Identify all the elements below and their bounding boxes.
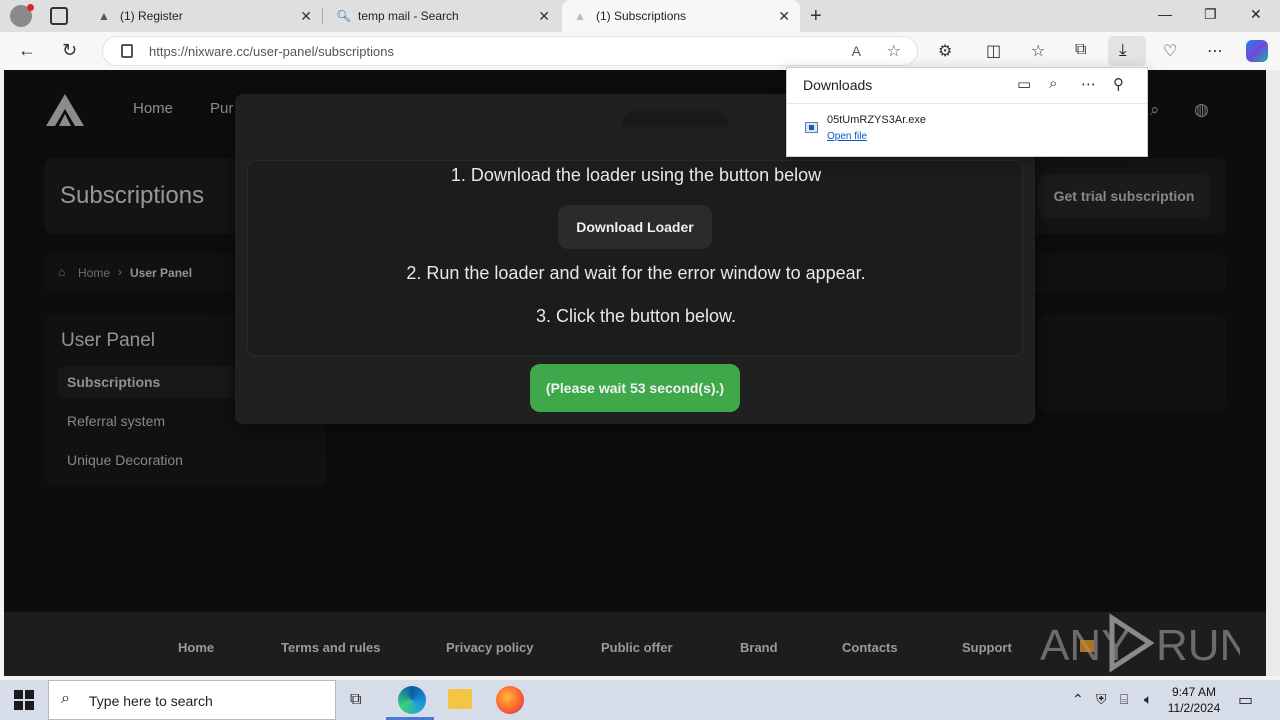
downloads-button[interactable]: ⤓ [1108, 36, 1146, 66]
volume-icon[interactable]: 🔈︎ [1144, 691, 1152, 708]
restore-icon[interactable]: ❐ [1204, 6, 1217, 23]
address-bar[interactable]: https://nixware.cc/user-panel/subscripti… [102, 36, 918, 66]
nixware-logo-icon: ▲ [574, 9, 586, 23]
instructions-panel: 1. Download the loader using the button … [247, 160, 1023, 356]
clock-time: 9:47 AM [1171, 685, 1217, 699]
back-icon[interactable]: ← [18, 40, 36, 61]
tab-label: temp mail - Search [358, 9, 459, 23]
file-explorer-icon[interactable] [448, 689, 472, 709]
close-tab-icon[interactable]: ✕ [538, 8, 550, 25]
footer-link-privacy[interactable]: Privacy policy [446, 640, 533, 655]
step-2-text: 2. Run the loader and wait for the error… [406, 263, 866, 283]
minimize-icon[interactable]: — [1158, 6, 1172, 22]
footer-link-support[interactable]: Support [962, 640, 1012, 655]
open-folder-icon[interactable]: ▭ [1017, 75, 1031, 93]
browser-toolbar: ← ↻ https://nixware.cc/user-panel/subscr… [0, 32, 1280, 70]
split-screen-icon[interactable]: ◫ [986, 41, 1001, 61]
close-tab-icon[interactable]: ✕ [300, 8, 312, 25]
favorites-icon[interactable]: ☆ [1031, 41, 1045, 61]
step-3-text: 3. Click the button below. [535, 306, 737, 326]
tab-subscriptions[interactable]: ▲ (1) Subscriptions ✕ [562, 0, 800, 32]
more-options-icon[interactable]: ⋯ [1081, 75, 1096, 93]
svg-text:RUN: RUN [1156, 621, 1240, 670]
search-icon: 🔍︎ [336, 9, 352, 23]
taskbar-search[interactable]: ⌕ Type here to search [48, 680, 336, 720]
taskbar-search-placeholder[interactable]: Type here to search [89, 693, 213, 709]
footer-link-terms[interactable]: Terms and rules [281, 640, 380, 655]
tab-separator [322, 8, 323, 24]
tab-register[interactable]: ▲ (1) Register ✕ [86, 0, 322, 32]
tab-temp-mail-search[interactable]: 🔍︎ temp mail - Search ✕ [324, 0, 560, 32]
pin-icon[interactable]: ⚲ [1113, 75, 1124, 93]
tab-label: (1) Register [120, 9, 183, 23]
footer-link-public-offer[interactable]: Public offer [601, 640, 673, 655]
lock-icon[interactable] [121, 44, 133, 58]
security-icon[interactable]: ⛨ [1096, 691, 1107, 708]
notification-icon[interactable]: ▭ [1238, 690, 1253, 710]
footer-link-brand[interactable]: Brand [740, 640, 778, 655]
exe-file-icon [805, 122, 818, 133]
close-window-icon[interactable]: ✕ [1250, 6, 1262, 23]
close-tab-icon[interactable]: ✕ [778, 8, 790, 25]
new-tab-icon[interactable]: + [810, 5, 822, 28]
browser-essentials-icon[interactable]: ♡ [1163, 41, 1177, 61]
download-icon: ⤓ [1119, 40, 1127, 59]
url-text[interactable]: https://nixware.cc/user-panel/subscripti… [149, 44, 394, 59]
wait-button[interactable]: (Please wait 53 second(s).) [530, 364, 740, 412]
extensions-icon[interactable]: ⚙ [938, 41, 952, 61]
downloads-flyout: Downloads ▭ ⌕ ⋯ ⚲ 05tUmRZYS3Ar.exe Open … [786, 67, 1148, 157]
open-file-link[interactable]: Open file [827, 131, 867, 142]
tab-label: (1) Subscriptions [596, 9, 687, 23]
chevron-up-icon[interactable]: ⌃ [1072, 691, 1084, 708]
network-icon[interactable]: ⌸ [1120, 691, 1128, 708]
windows-taskbar: ⌕ Type here to search ⧉ ⌃ ⛨ ⌸ 🔈︎ 9:47 AM… [0, 680, 1280, 720]
browser-tab-strip: ▲ (1) Register ✕ 🔍︎ temp mail - Search ✕… [0, 0, 1280, 32]
web-page: Home Pur ⌕ ◍ Subscriptions Get trial sub… [4, 70, 1266, 676]
task-view-icon[interactable]: ⧉ [350, 691, 361, 709]
read-aloud-icon[interactable]: A [852, 43, 861, 59]
download-file-name[interactable]: 05tUmRZYS3Ar.exe [827, 114, 926, 126]
collections-icon[interactable]: ⧉ [1075, 41, 1086, 59]
tab-actions-icon[interactable] [50, 7, 68, 25]
divider [787, 103, 1147, 104]
more-options-icon[interactable]: ⋯ [1207, 41, 1223, 61]
downloads-title: Downloads [803, 77, 873, 93]
page-scrollbar[interactable] [1266, 70, 1280, 676]
search-icon: ⌕ [61, 690, 70, 707]
anyrun-watermark-logo: ANY RUN [1040, 613, 1240, 673]
taskbar-clock[interactable]: 9:47 AM 11/2/2024 [1166, 684, 1222, 716]
nixware-logo-icon: ▲ [98, 9, 110, 23]
footer-link-home[interactable]: Home [178, 640, 214, 655]
profile-avatar-icon[interactable] [10, 4, 34, 27]
clock-date: 11/2/2024 [1167, 701, 1221, 715]
firefox-app-icon[interactable] [496, 686, 524, 714]
step-1-text: 1. Download the loader using the button … [450, 165, 822, 185]
windows-start-icon[interactable] [14, 690, 34, 710]
download-loader-button[interactable]: Download Loader [558, 205, 712, 249]
footer-link-contacts[interactable]: Contacts [842, 640, 898, 655]
modal-tab [622, 111, 728, 127]
refresh-icon[interactable]: ↻ [62, 40, 77, 61]
edge-app-icon[interactable] [398, 686, 426, 714]
search-icon[interactable]: ⌕ [1049, 75, 1057, 92]
copilot-icon[interactable] [1246, 40, 1268, 62]
favorite-star-icon[interactable]: ☆ [887, 41, 901, 61]
